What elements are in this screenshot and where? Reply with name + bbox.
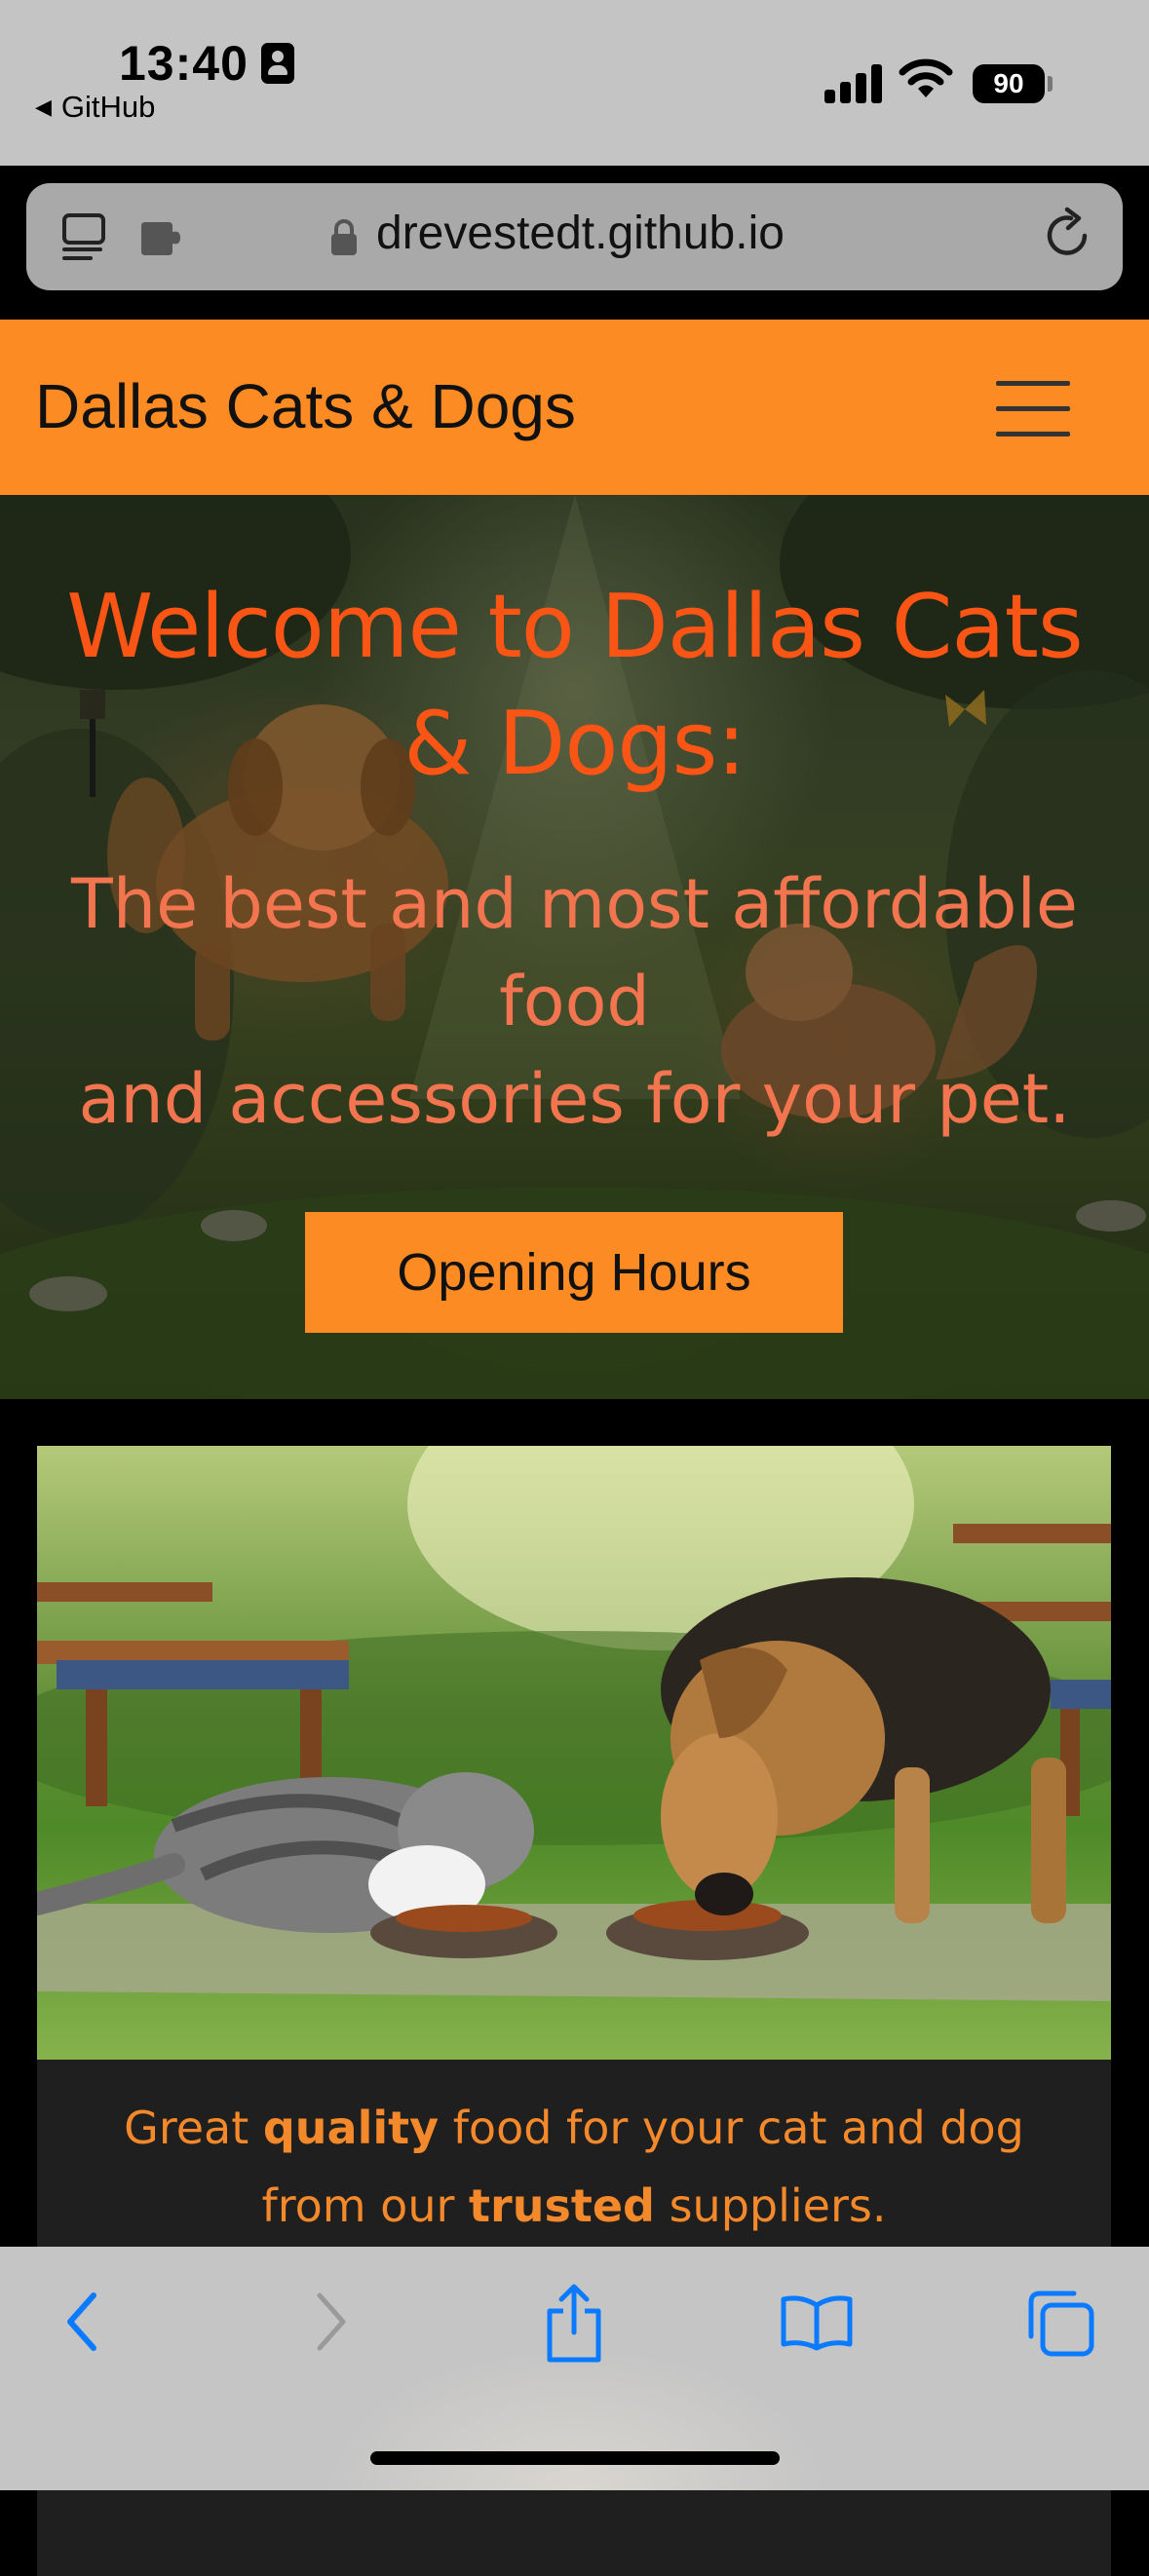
card-text-line1: Great quality food for your cat and dog xyxy=(37,2089,1111,2167)
extension-icon[interactable] xyxy=(139,220,190,257)
cellular-signal-icon xyxy=(824,58,883,103)
hero-subtitle: The best and most affordable food and ac… xyxy=(0,855,1149,1148)
status-bar: 13:40 ◀ GitHub 90 drevestedt.github.io xyxy=(0,0,1149,290)
contact-card-icon xyxy=(261,43,294,84)
hero-subtitle-line1: The best and most affordable food xyxy=(70,864,1078,1042)
status-time: 13:40 xyxy=(119,36,249,91)
card-text-part4: suppliers. xyxy=(654,2179,887,2232)
forward-icon[interactable] xyxy=(312,2288,351,2356)
battery-cap-icon xyxy=(1048,76,1053,92)
site-navbar: Dallas Cats & Dogs xyxy=(0,320,1149,495)
back-triangle-icon: ◀ xyxy=(35,95,52,119)
home-indicator[interactable] xyxy=(370,2451,780,2465)
lock-icon xyxy=(331,219,357,255)
cat-dog-eating-image xyxy=(37,1446,1111,2060)
back-to-app-link[interactable]: ◀ GitHub xyxy=(35,90,155,125)
url-text: drevestedt.github.io xyxy=(376,208,785,259)
battery-level: 90 xyxy=(973,64,1045,103)
card-text-part2: food for your cat and dog xyxy=(439,2102,1024,2154)
card-text-bold-quality: quality xyxy=(262,2102,440,2154)
menu-toggle-icon[interactable] xyxy=(996,381,1070,437)
card-text-part3: from our xyxy=(261,2179,470,2232)
hero-title: Welcome to Dallas Cats & Dogs: xyxy=(0,569,1149,803)
opening-hours-button[interactable]: Opening Hours xyxy=(305,1212,843,1333)
card-description: Great quality food for your cat and dog … xyxy=(37,2089,1111,2245)
card-text-bold-trusted: trusted xyxy=(469,2179,655,2232)
hero-title-text: Welcome to Dallas Cats & Dogs: xyxy=(66,576,1084,795)
back-app-label: GitHub xyxy=(60,90,156,124)
wifi-icon xyxy=(899,58,953,97)
share-icon[interactable] xyxy=(542,2282,606,2364)
tabs-icon[interactable] xyxy=(1027,2290,1095,2358)
hero-subtitle-line2: and accessories for your pet. xyxy=(78,1059,1071,1139)
card-text-line2: from our trusted suppliers. xyxy=(37,2167,1111,2245)
page-menu-icon[interactable] xyxy=(61,212,110,263)
hero-section: Welcome to Dallas Cats & Dogs: The best … xyxy=(0,495,1149,1399)
bookmarks-icon[interactable] xyxy=(780,2293,854,2352)
reload-icon[interactable] xyxy=(1042,207,1096,265)
address-bar[interactable]: drevestedt.github.io xyxy=(26,183,1123,290)
card-text-part1: Great xyxy=(124,2102,263,2154)
brand-title[interactable]: Dallas Cats & Dogs xyxy=(35,370,576,442)
back-icon[interactable] xyxy=(62,2288,101,2356)
